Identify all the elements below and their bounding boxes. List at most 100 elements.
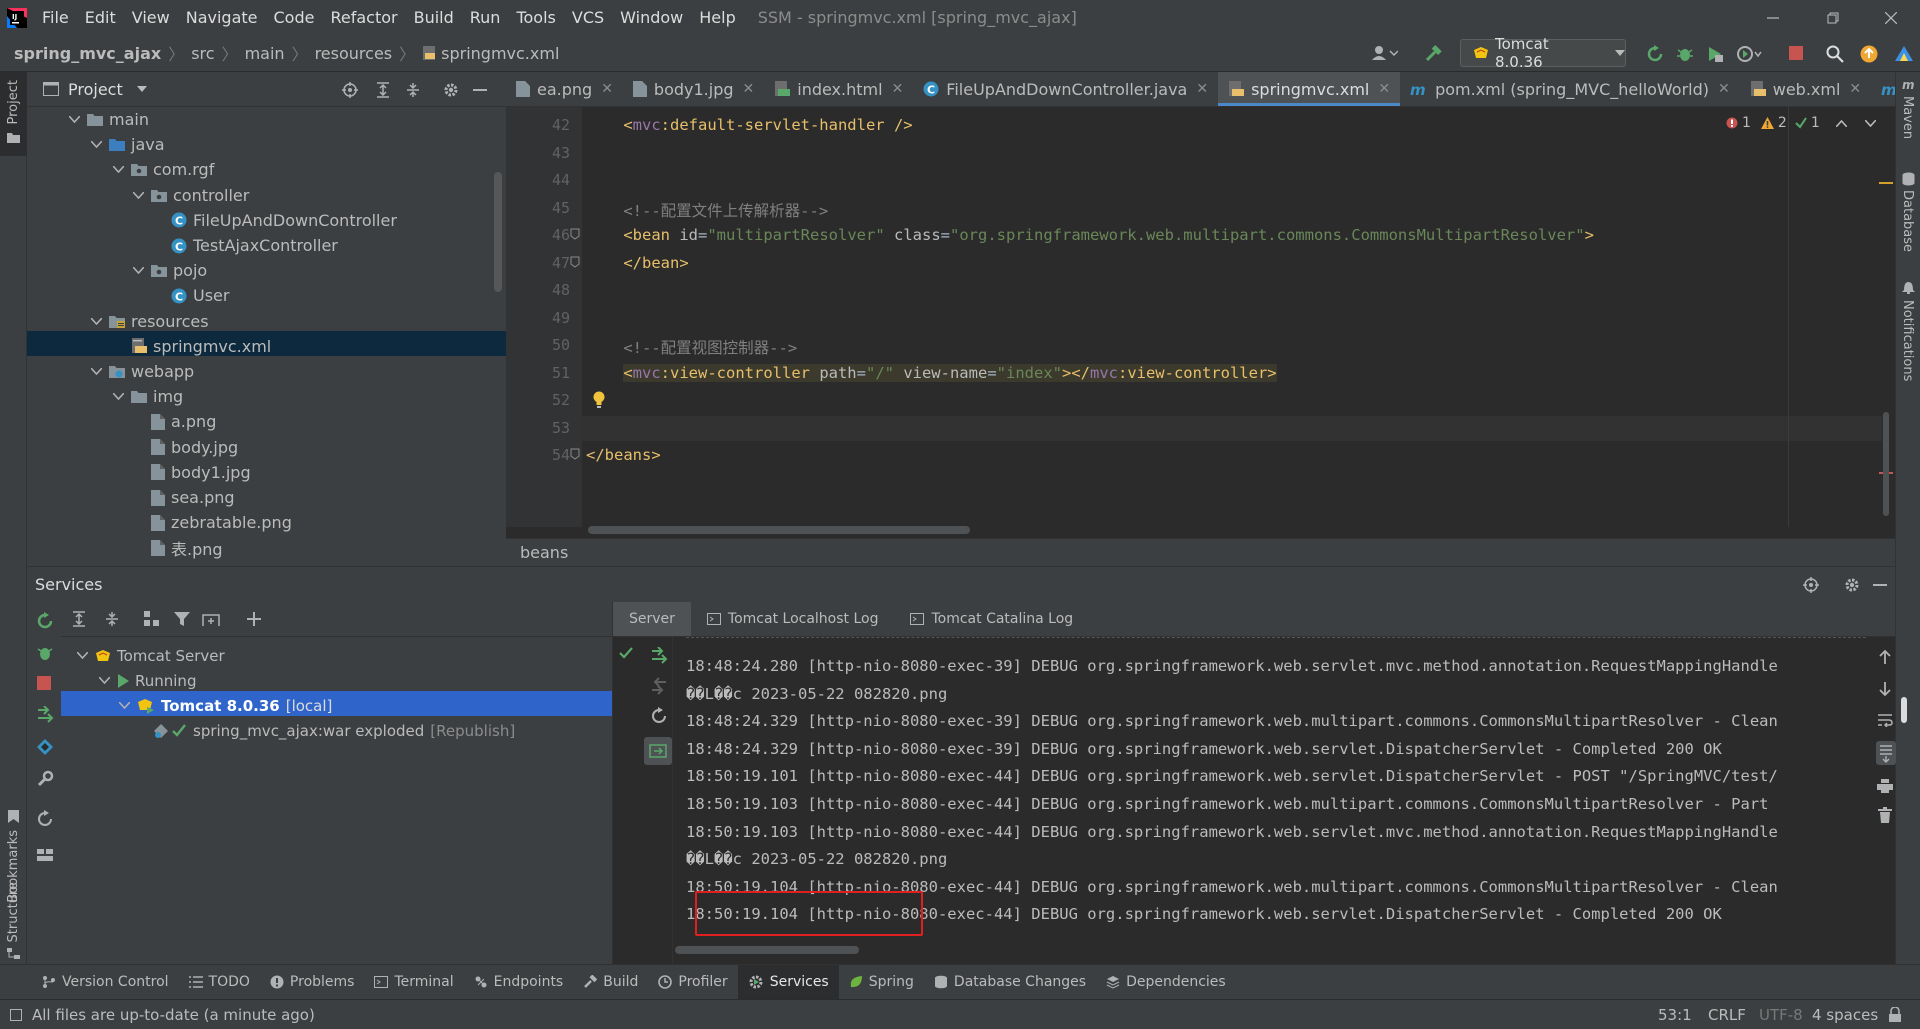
line-separator[interactable]: CRLF [1708, 1006, 1746, 1024]
breadcrumb-resources[interactable]: resources [315, 44, 393, 63]
database-tool-label[interactable]: Database [1900, 190, 1915, 252]
filter-icon[interactable] [174, 611, 190, 627]
arrow-up-icon[interactable] [1878, 649, 1892, 665]
project-tree-item[interactable]: sea.png [131, 485, 235, 510]
wrench-icon[interactable] [36, 770, 54, 788]
chevron-down-icon[interactable] [75, 652, 89, 659]
bookmarks-tool-button[interactable]: Bookmarks [0, 752, 27, 903]
tab-ea-png[interactable]: ea.png ✕ [506, 72, 623, 106]
tool-tab-version-control[interactable]: Version Control [32, 965, 179, 1000]
stop-icon[interactable] [37, 676, 51, 690]
tool-tab-profiler[interactable]: Profiler [648, 965, 737, 1000]
file-encoding[interactable]: UTF-8 [1759, 1006, 1803, 1024]
tool-tab-dependencies[interactable]: Dependencies [1096, 965, 1236, 1000]
project-tree-item[interactable]: img [111, 384, 183, 409]
breadcrumb-src[interactable]: src [191, 44, 214, 63]
menu-tools[interactable]: Tools [508, 0, 563, 35]
status-square-icon[interactable] [10, 1008, 22, 1021]
chevron-down-icon[interactable] [117, 702, 131, 710]
close-tab-icon[interactable]: ✕ [1378, 81, 1390, 97]
layout-icon[interactable] [36, 848, 54, 862]
collapse-all-icon[interactable] [405, 82, 421, 98]
artifacts-icon[interactable] [36, 738, 54, 756]
expand-all-icon[interactable] [375, 82, 391, 98]
tab-pom-xml-spring-mvc-helloworld[interactable]: m pom.xml (spring_MVC_helloWorld) ✕ [1400, 72, 1740, 106]
run-configuration-select[interactable]: Tomcat 8.0.36 [1460, 35, 1626, 71]
menu-refactor[interactable]: Refactor [322, 0, 405, 35]
group-by-icon[interactable] [144, 611, 160, 627]
project-tree-item[interactable]: resources [89, 309, 209, 334]
fold-open-icon[interactable] [570, 228, 580, 240]
fold-close-icon[interactable] [570, 256, 580, 268]
chevron-down-icon[interactable] [67, 116, 81, 123]
menu-help[interactable]: Help [691, 0, 743, 35]
tool-tab-build[interactable]: Build [573, 965, 648, 1000]
breadcrumb-file[interactable]: springmvc.xml [441, 44, 559, 63]
deploy-all-icon[interactable] [644, 737, 672, 765]
tab-index-html[interactable]: index.html ✕ [764, 72, 913, 106]
chevron-up-icon[interactable] [1835, 119, 1847, 127]
project-tree-item[interactable]: webapp [89, 359, 194, 384]
status-message[interactable]: All files are up-to-date (a minute ago) [32, 1006, 315, 1024]
profiler-run-icon[interactable] [1736, 45, 1762, 63]
add-service-icon[interactable] [246, 611, 262, 627]
close-tab-icon[interactable]: ✕ [1196, 81, 1208, 97]
tab-fileupanddowncontroller-java[interactable]: C FileUpAndDownController.java ✕ [913, 72, 1218, 106]
editor-vertical-scrollbar[interactable] [1883, 412, 1889, 516]
project-tree-item[interactable]: com.rgf [111, 157, 214, 182]
refresh-icon[interactable] [650, 707, 668, 725]
lock-icon[interactable] [1888, 1007, 1902, 1023]
project-tree-item[interactable]: a.png [131, 409, 216, 434]
search-icon[interactable] [1826, 45, 1844, 63]
locate-file-icon[interactable] [342, 82, 358, 98]
menu-file[interactable]: File [34, 0, 77, 35]
log-horizontal-scrollbar[interactable] [675, 946, 859, 954]
menu-edit[interactable]: Edit [77, 0, 124, 35]
warning-stripe-marker[interactable] [1879, 182, 1893, 184]
service-tree-item[interactable]: spring_mvc_ajax:war exploded [Republish] [153, 719, 515, 744]
tab-springmvc-xml[interactable]: springmvc.xml ✕ [1218, 72, 1401, 106]
project-tree-item[interactable]: java [89, 132, 165, 157]
log-tab-server[interactable]: Server [613, 602, 691, 636]
indent-setting[interactable]: 4 spaces [1812, 1006, 1878, 1024]
project-tree-item[interactable]: main [67, 107, 149, 132]
close-tab-icon[interactable]: ✕ [1718, 81, 1730, 97]
update-app-icon[interactable] [650, 647, 668, 665]
refresh-icon[interactable] [36, 810, 54, 828]
tab-web-xml[interactable]: web.xml ✕ [1740, 72, 1871, 106]
arrow-down-icon[interactable] [1878, 681, 1892, 697]
restore-button[interactable] [1804, 0, 1862, 35]
project-tree-item[interactable]: 表.png [131, 535, 223, 560]
menu-vcs[interactable]: VCS [564, 0, 612, 35]
scroll-to-end-icon[interactable] [1876, 741, 1896, 765]
trash-icon[interactable] [1878, 807, 1892, 823]
project-tree-item[interactable]: C User [151, 283, 229, 308]
hide-panel-icon[interactable] [473, 89, 487, 91]
service-tree-item[interactable]: Tomcat Server [75, 643, 225, 668]
debug-icon[interactable] [36, 644, 54, 662]
tool-tab-services[interactable]: Services [737, 964, 839, 1000]
log-vertical-scrollbar[interactable] [1901, 697, 1907, 723]
minimize-button[interactable] [1744, 0, 1802, 35]
close-window-button[interactable] [1862, 0, 1920, 35]
redeploy-icon[interactable] [650, 677, 668, 695]
project-tree-item[interactable]: zebratable.png [131, 510, 292, 535]
chevron-down-icon[interactable] [1864, 119, 1876, 127]
project-tree-item[interactable]: C FileUpAndDownController [151, 208, 397, 233]
tool-tab-spring[interactable]: Spring [839, 965, 924, 1000]
project-tree-item[interactable]: controller [131, 183, 249, 208]
close-tab-icon[interactable]: ✕ [743, 81, 755, 97]
log-tab-tomcat-localhost-log[interactable]: Tomcat Localhost Log [691, 602, 895, 636]
log-tab-tomcat-catalina-log[interactable]: Tomcat Catalina Log [894, 602, 1089, 636]
chevron-down-icon[interactable] [131, 267, 145, 275]
close-tab-icon[interactable]: ✕ [1849, 81, 1861, 97]
project-tool-button[interactable]: Project [0, 72, 27, 156]
chevron-down-icon[interactable] [111, 166, 125, 174]
fold-close-icon[interactable] [570, 448, 580, 460]
breadcrumb-project[interactable]: spring_mvc_ajax [14, 44, 161, 63]
structure-tool-button[interactable]: Structure [0, 872, 27, 964]
project-tree-item[interactable]: C TestAjaxController [151, 233, 338, 258]
build-hammer-icon[interactable] [1424, 45, 1442, 63]
project-scrollbar[interactable] [494, 172, 502, 292]
breadcrumb-main[interactable]: main [245, 44, 285, 63]
